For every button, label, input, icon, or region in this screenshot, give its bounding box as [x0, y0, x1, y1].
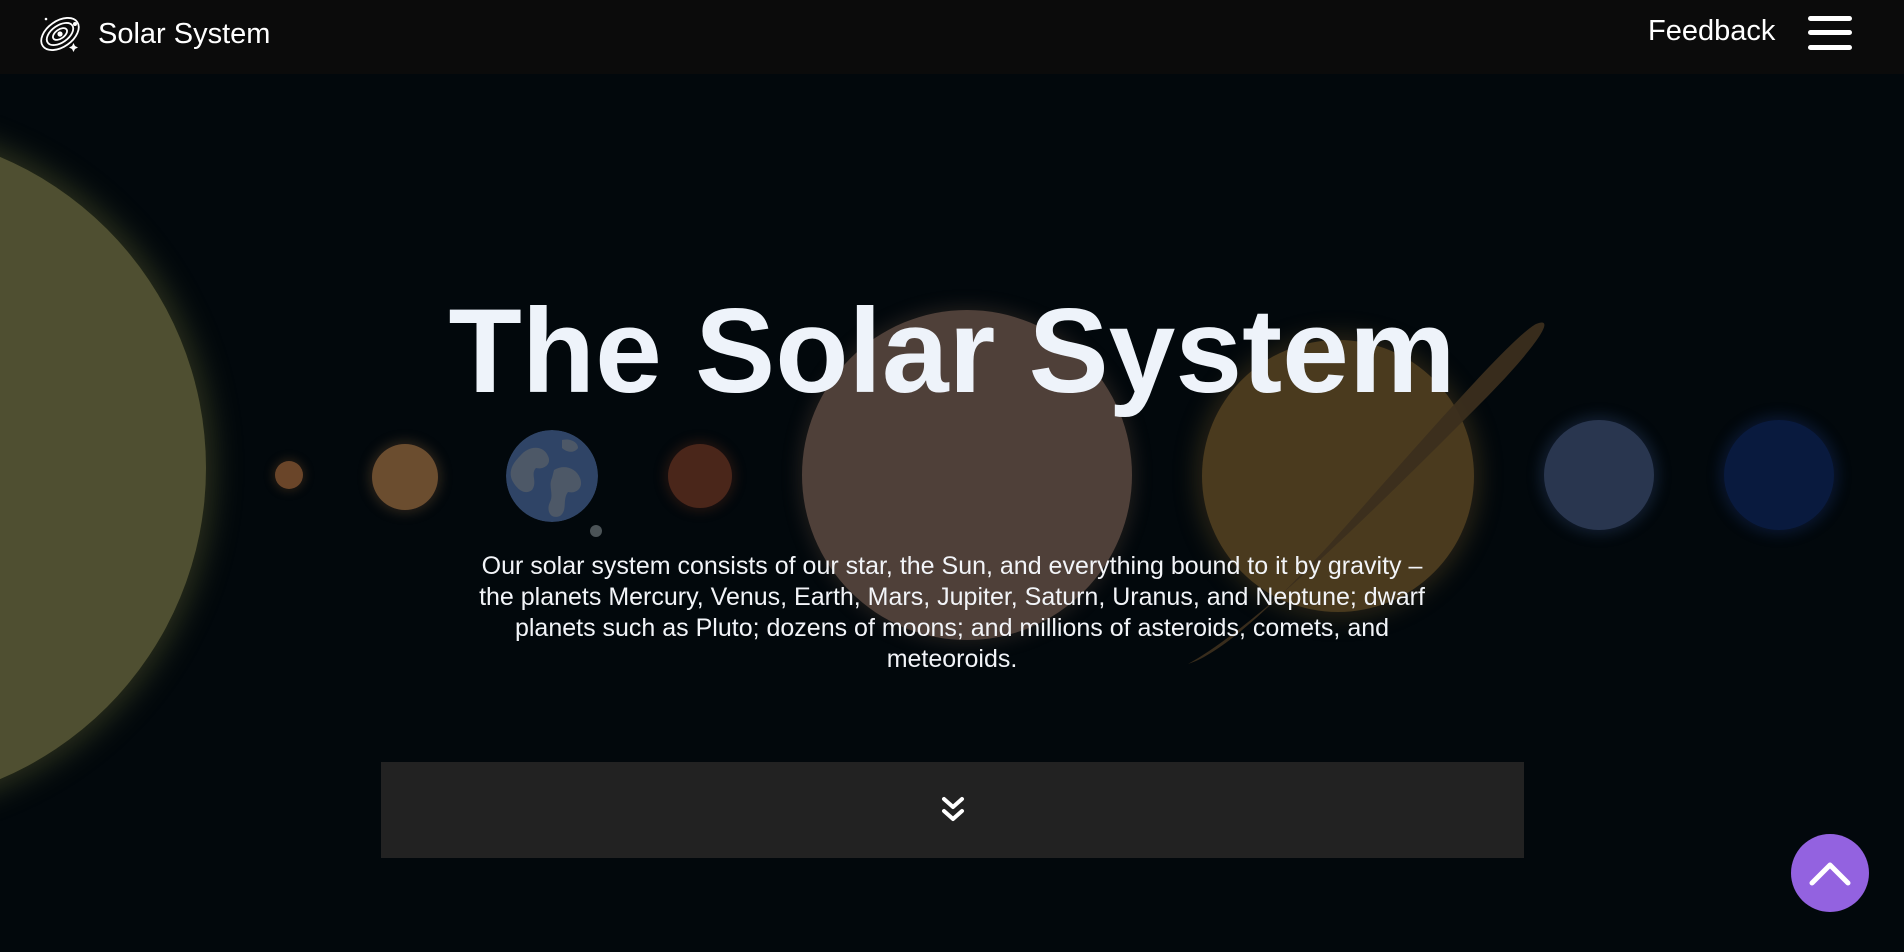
mercury-illustration — [275, 461, 303, 489]
chevron-double-down-icon — [941, 797, 964, 821]
brand-home-link[interactable]: Solar System — [36, 10, 270, 58]
sun-illustration — [0, 130, 206, 806]
brand-title: Solar System — [98, 17, 271, 50]
chevron-up-icon — [1809, 862, 1851, 886]
galaxy-icon — [40, 17, 80, 52]
hero-title: The Solar System — [448, 284, 1456, 418]
venus-illustration — [372, 444, 438, 510]
uranus-illustration — [1544, 420, 1654, 530]
hamburger-menu-icon[interactable] — [1806, 14, 1854, 52]
top-navbar: Solar System Feedback — [0, 0, 1904, 74]
hero-description: Our solar system consists of our star, t… — [479, 552, 1425, 673]
mars-illustration — [668, 444, 732, 508]
earth-illustration — [506, 430, 598, 522]
back-to-top-button[interactable] — [1791, 834, 1869, 912]
feedback-link[interactable]: Feedback — [1648, 15, 1775, 48]
scroll-down-button[interactable] — [381, 762, 1524, 858]
neptune-illustration — [1724, 420, 1834, 530]
moon-illustration — [590, 525, 602, 537]
